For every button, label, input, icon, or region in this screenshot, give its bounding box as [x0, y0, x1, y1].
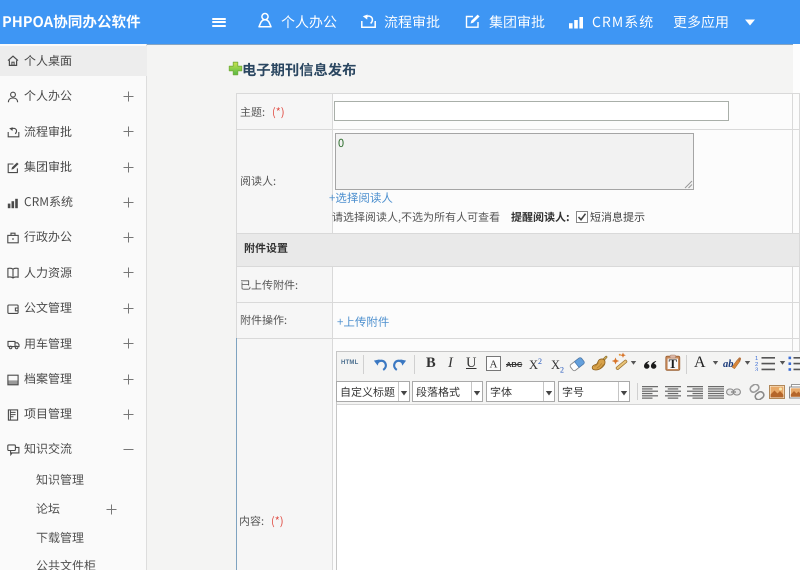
svg-text:3: 3: [755, 368, 758, 371]
svg-text:A: A: [490, 359, 498, 371]
svg-text:T: T: [669, 357, 678, 371]
svg-text:ab: ab: [723, 359, 734, 370]
